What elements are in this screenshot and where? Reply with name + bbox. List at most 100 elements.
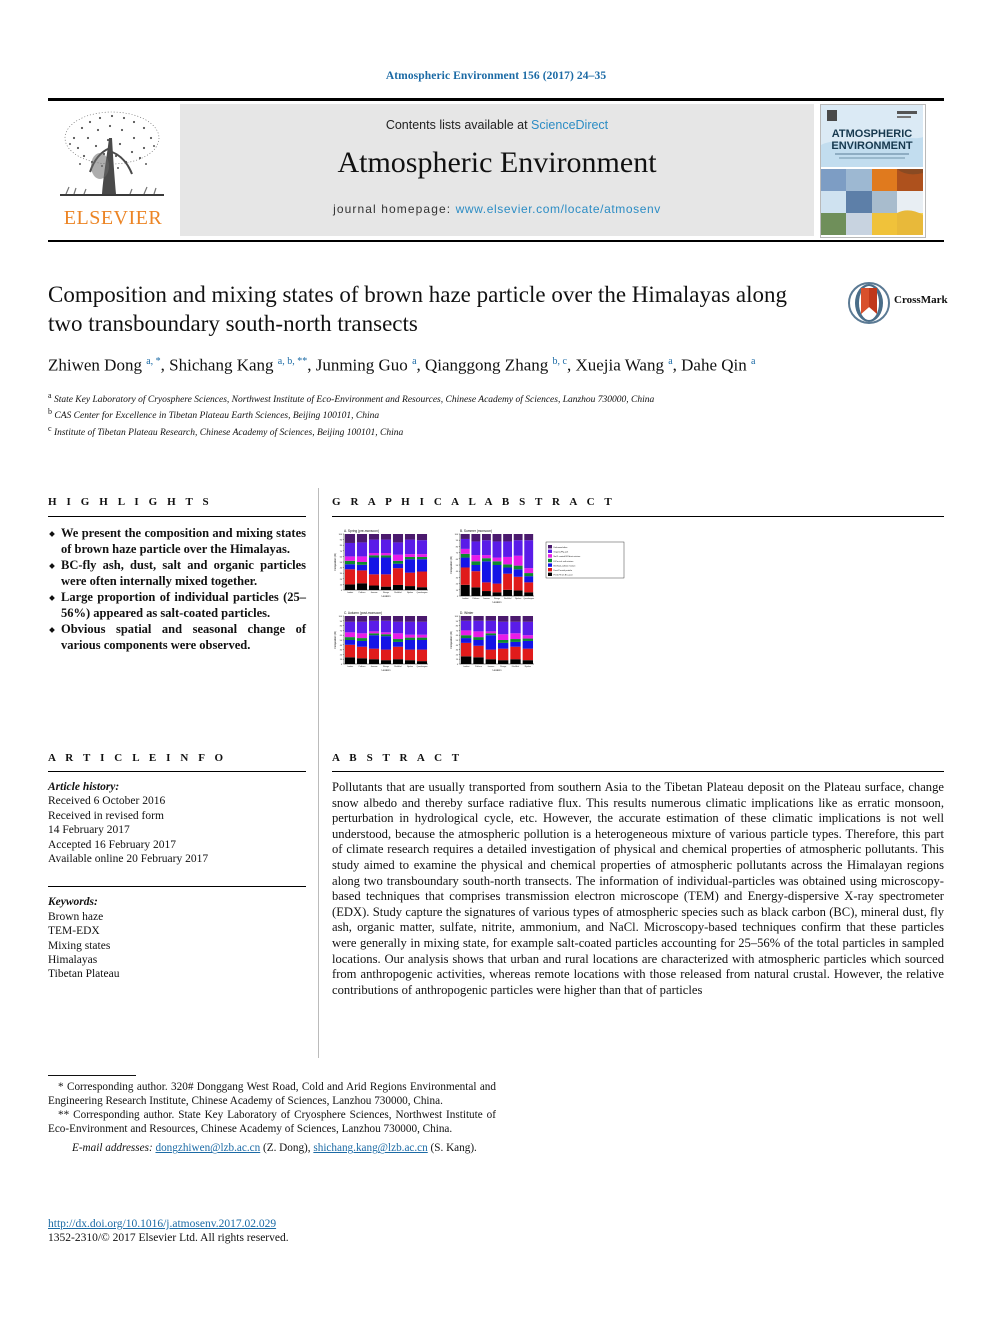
svg-text:Lumbini: Lumbini <box>347 666 354 668</box>
svg-text:ATMOSPHERIC: ATMOSPHERIC <box>832 128 913 140</box>
affiliation-item: c Institute of Tibetan Plateau Research,… <box>48 423 938 440</box>
corresponding-author-note-1: * Corresponding author. 320# Donggang We… <box>48 1081 496 1107</box>
svg-text:Nyalam: Nyalam <box>407 592 414 594</box>
svg-text:70: 70 <box>456 630 459 632</box>
svg-text:60: 60 <box>340 556 343 558</box>
email-addresses-note: E-mail addresses: dongzhiwen@lzb.ac.cn (… <box>48 1142 496 1156</box>
svg-text:Qomolangma: Qomolangma <box>523 598 534 600</box>
svg-text:0: 0 <box>341 590 343 592</box>
list-item: Obvious spatial and seasonal change of v… <box>48 622 306 653</box>
svg-text:100: 100 <box>339 616 343 618</box>
homepage-label: journal homepage: <box>333 202 452 216</box>
highlights-heading: H I G H L I G H T S <box>48 496 213 508</box>
masthead-bottom-rule <box>48 240 944 242</box>
elsevier-tree-icon <box>60 111 164 196</box>
svg-text:40: 40 <box>340 645 343 647</box>
affiliation-mark: a <box>48 390 52 400</box>
svg-text:B. Summer (monsoon): B. Summer (monsoon) <box>460 529 492 533</box>
list-item: We present the composition and mixing st… <box>48 526 306 557</box>
article-info-section: A R T I C L E I N F O Article history: R… <box>48 752 306 982</box>
svg-text:Dhunge: Dhunge <box>383 666 389 668</box>
keyword-item: Brown haze <box>48 910 104 923</box>
journal-article-first-page: Atmospheric Environment 156 (2017) 24–35 <box>0 0 992 1323</box>
chart-panel-panel-d: D. Winter 0 10 20 30 40 50 60 70 80 90 100 Compositi… <box>450 611 534 672</box>
svg-text:Composition (%): Composition (%) <box>450 556 453 574</box>
footnotes-section: * Corresponding author. 320# Donggang We… <box>48 1075 496 1157</box>
article-history-label: Article history: <box>48 781 120 793</box>
affiliation-mark: c <box>48 423 52 433</box>
graphical-abstract-heading: G R A P H I C A L A B S T R A C T <box>332 496 616 508</box>
homepage-url[interactable]: www.elsevier.com/locate/atmosenv <box>456 202 661 216</box>
svg-text:Dhunge: Dhunge <box>500 666 506 668</box>
svg-text:30: 30 <box>456 577 459 579</box>
journal-cover-thumbnail: ATMOSPHERIC ENVIRONMENT <box>820 104 926 238</box>
journal-title: Atmospheric Environment <box>337 146 657 179</box>
masthead-top-rule <box>48 98 944 101</box>
svg-text:90: 90 <box>456 540 459 542</box>
sciencedirect-link[interactable]: ScienceDirect <box>531 118 608 132</box>
svg-text:40: 40 <box>456 645 459 647</box>
svg-text:80: 80 <box>340 626 343 628</box>
svg-text:Unknown/other: Unknown/other <box>554 546 568 549</box>
affiliation-text: State Key Laboratory of Cryosphere Scien… <box>53 394 655 405</box>
keyword-item: Tibetan Plateau <box>48 968 120 981</box>
svg-text:10: 10 <box>340 659 343 661</box>
svg-text:60: 60 <box>456 635 459 637</box>
contents-label: Contents lists available at <box>385 118 532 132</box>
svg-text:Pokhara: Pokhara <box>359 666 366 668</box>
crossmark-label: CrossMark <box>894 294 948 306</box>
svg-text:Fresh/Thick BC-soot: Fresh/Thick BC-soot <box>554 574 573 577</box>
svg-text:Location: Location <box>382 669 391 672</box>
svg-text:70: 70 <box>340 630 343 632</box>
svg-text:Location: Location <box>382 595 391 598</box>
affiliation-mark: b <box>48 407 52 417</box>
svg-text:40: 40 <box>456 571 459 573</box>
svg-text:0: 0 <box>457 664 459 666</box>
svg-text:50: 50 <box>340 640 343 642</box>
email-link-dong[interactable]: dongzhiwen@lzb.ac.cn <box>155 1142 260 1154</box>
sciencedirect-band: Contents lists available at ScienceDirec… <box>180 104 814 236</box>
svg-text:100: 100 <box>339 534 343 536</box>
svg-text:90: 90 <box>456 621 459 623</box>
author-list: Zhiwen Dong a, *, Shichang Kang a, b, **… <box>48 355 756 375</box>
svg-text:60: 60 <box>340 635 343 637</box>
svg-text:70: 70 <box>340 551 343 553</box>
abstract-heading: A B S T R A C T <box>332 752 463 764</box>
svg-text:20: 20 <box>456 654 459 656</box>
history-item: Available online 20 February 2017 <box>48 853 209 866</box>
corresponding-author-note-2: ** Corresponding author. State Key Labor… <box>48 1109 496 1135</box>
email-attrib-dong: (Z. Dong), <box>263 1142 311 1155</box>
svg-text:90: 90 <box>340 540 343 542</box>
journal-homepage-line: journal homepage: www.elsevier.com/locat… <box>180 202 814 216</box>
stacked-bar-chart-group: A. Spring (pre-monsoon) 0 10 20 30 40 50 60 70 80… <box>334 529 625 672</box>
svg-text:Jomsom: Jomsom <box>483 598 490 600</box>
svg-text:BC/Soot-sulfate mixture: BC/Soot-sulfate mixture <box>554 564 577 567</box>
crossmark-icon <box>848 282 890 324</box>
elsevier-wordmark: ELSEVIER <box>63 207 163 229</box>
keyword-item: Himalayas <box>48 954 98 967</box>
affiliation-list: a State Key Laboratory of Cryosphere Sci… <box>48 390 938 440</box>
article-info-heading: A R T I C L E I N F O <box>48 752 227 764</box>
chart-panel-panel-b: B. Summer (monsoon) 0 10 20 30 40 50 60 70 80 90 10… <box>450 529 534 604</box>
svg-text:0: 0 <box>457 596 459 598</box>
email-link-kang[interactable]: shichang.kang@lzb.ac.cn <box>313 1142 427 1154</box>
svg-text:Dhunge: Dhunge <box>383 592 389 594</box>
page-title: Composition and mixing states of brown h… <box>48 282 788 336</box>
svg-text:30: 30 <box>340 650 343 652</box>
doi-link[interactable]: http://dx.doi.org/10.1016/j.atmosenv.201… <box>48 1218 548 1230</box>
abstract-section: A B S T R A C T Pollutants that are usua… <box>332 752 944 998</box>
svg-text:Dhulikhel: Dhulikhel <box>394 592 402 594</box>
article-info-rule-mid <box>48 886 306 888</box>
svg-text:D. Winter: D. Winter <box>460 611 474 615</box>
history-item: Received in revised form <box>48 809 164 822</box>
highlights-section: H I G H L I G H T S We present the compo… <box>48 496 306 654</box>
graphical-abstract-section: G R A P H I C A L A B S T R A C T <box>332 496 944 526</box>
crossmark-badge[interactable]: CrossMark <box>848 282 948 324</box>
abstract-rule <box>332 771 944 772</box>
svg-text:30: 30 <box>340 573 343 575</box>
chart-panel-panel-a: A. Spring (pre-monsoon) 0 10 20 30 40 50 60 70 80… <box>334 529 428 598</box>
svg-text:Nyalam: Nyalam <box>407 666 414 668</box>
keyword-item: Mixing states <box>48 939 111 952</box>
chart-panel-panel-c: C. Autumn (post-monsoon) 0 10 20 30 40 50 60 70 8… <box>334 611 428 672</box>
svg-text:50: 50 <box>340 562 343 564</box>
